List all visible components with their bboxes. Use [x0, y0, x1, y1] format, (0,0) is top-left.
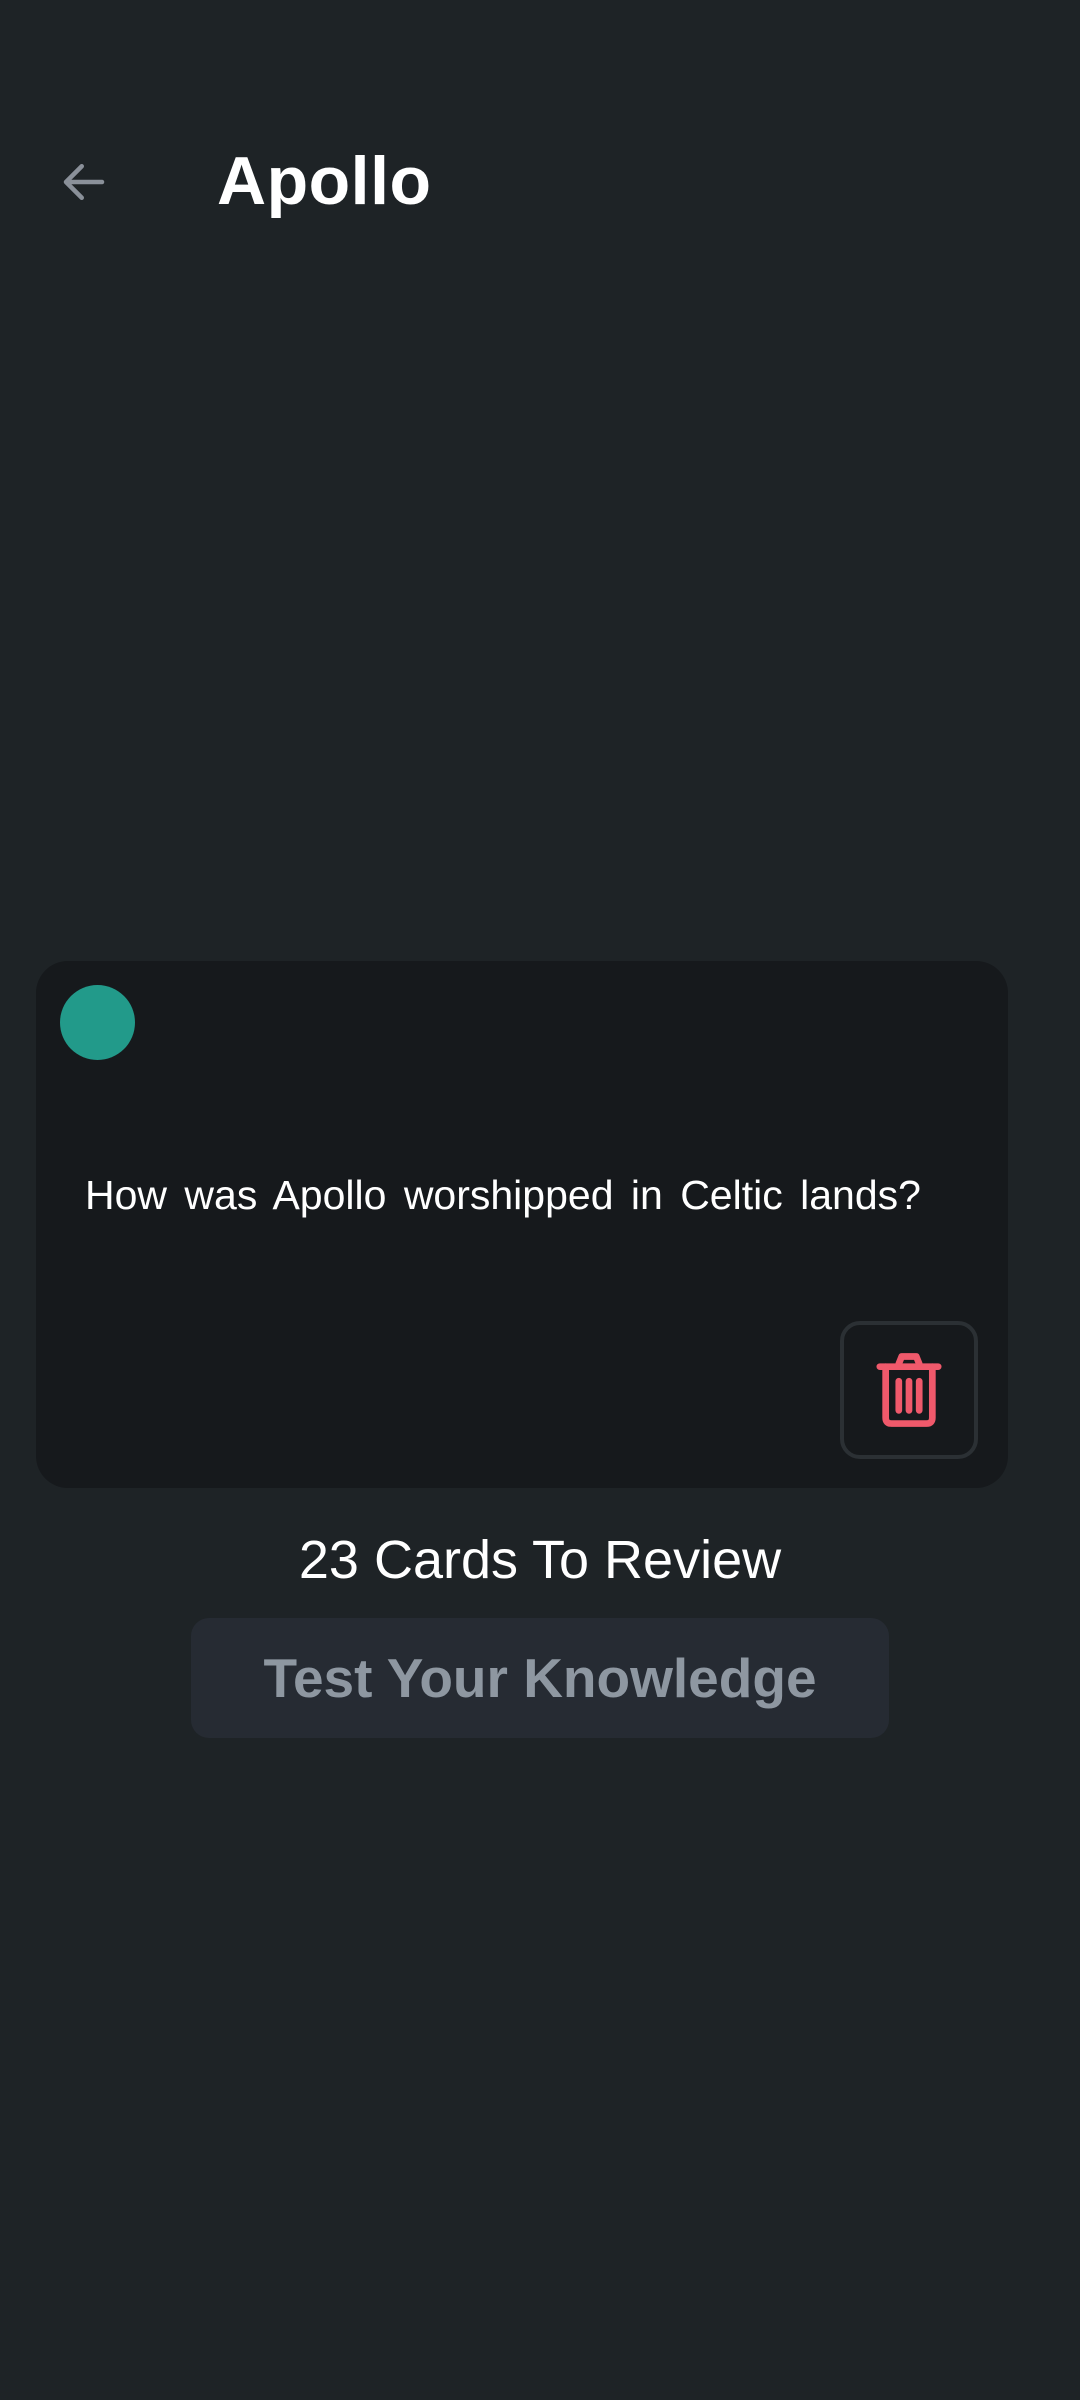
flashcard[interactable]: How was Apollo worshipped in Celtic land… [36, 961, 1008, 1488]
card-color-indicator [60, 985, 135, 1060]
delete-button[interactable] [840, 1321, 978, 1459]
cards-to-review-count: 23 Cards To Review [298, 1530, 782, 1590]
page-title: Apollo [217, 143, 432, 219]
arrow-left-icon [63, 164, 105, 200]
card-question: How was Apollo worshipped in Celtic land… [85, 1172, 921, 1218]
trash-icon [876, 1353, 942, 1427]
test-your-knowledge-button[interactable]: Test Your Knowledge [191, 1618, 889, 1738]
back-button[interactable] [52, 150, 116, 214]
